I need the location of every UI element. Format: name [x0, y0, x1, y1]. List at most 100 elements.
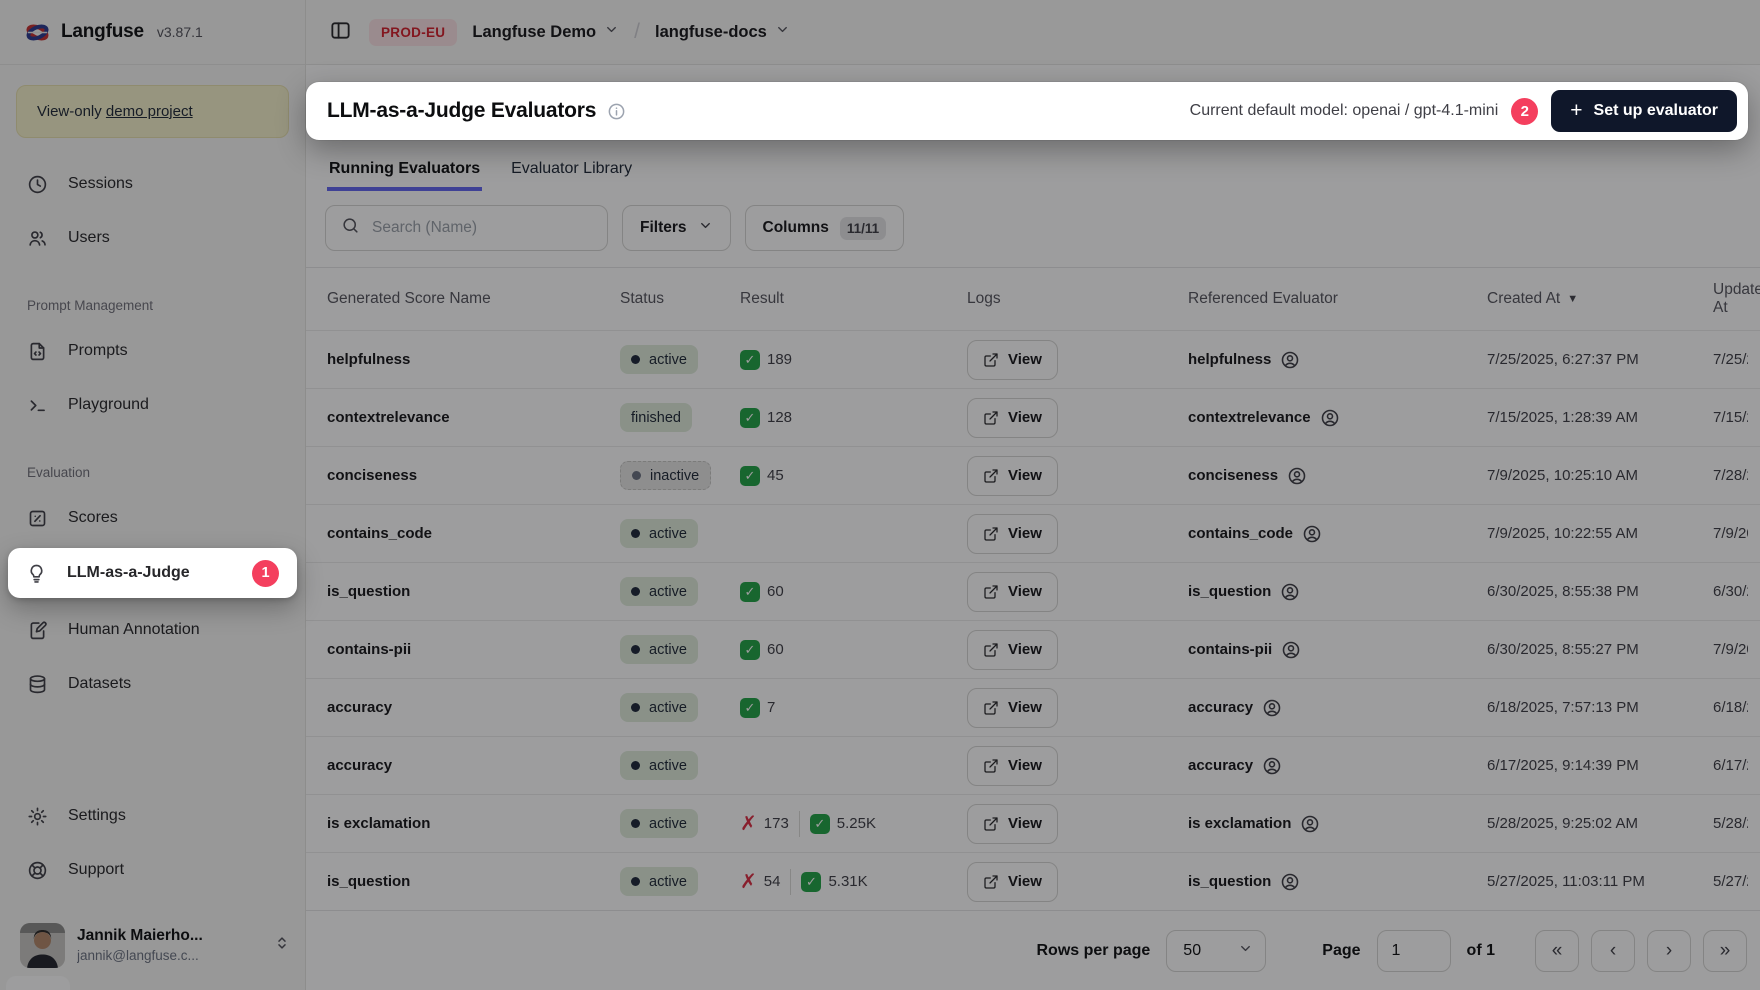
pass-count: ✓189 — [740, 350, 792, 370]
referenced-evaluator-name: is_question — [1188, 583, 1271, 600]
sidebar-item-users[interactable]: Users — [0, 214, 305, 262]
rows-per-page-select[interactable]: 50 — [1166, 930, 1266, 972]
referenced-evaluator-cell: accuracy — [1188, 756, 1487, 776]
first-page-button[interactable]: « — [1535, 930, 1579, 972]
view-logs-button[interactable]: View — [967, 746, 1058, 786]
sidebar-section: Prompt ManagementPromptsPlayground — [0, 268, 305, 435]
status-badge: active — [620, 693, 698, 722]
updated-at-cell: 7/9/20 — [1713, 641, 1760, 658]
fail-x-icon: ✗ — [740, 814, 757, 834]
referenced-evaluator[interactable]: accuracy — [1188, 756, 1282, 776]
table-row[interactable]: concisenessinactive✓45Viewconciseness7/9… — [306, 446, 1760, 504]
view-logs-button[interactable]: View — [967, 398, 1058, 438]
view-logs-button[interactable]: View — [967, 456, 1058, 496]
last-page-button[interactable]: » — [1703, 930, 1747, 972]
referenced-evaluator[interactable]: helpfulness — [1188, 350, 1300, 370]
org-switcher[interactable]: Langfuse Demo — [472, 22, 619, 42]
column-header-logs[interactable]: Logs — [967, 290, 1188, 308]
tour-step-badge-1: 1 — [252, 560, 279, 587]
referenced-evaluator[interactable]: is_question — [1188, 872, 1300, 892]
app-root: Langfuse v3.87.1 View-only demo project … — [0, 0, 1760, 990]
sidebar-item-settings[interactable]: Settings — [0, 792, 305, 840]
clock-icon — [27, 174, 48, 195]
view-label: View — [1008, 873, 1042, 890]
sidebar-item-scores[interactable]: Scores — [0, 494, 305, 542]
view-logs-button[interactable]: View — [967, 572, 1058, 612]
table-row[interactable]: is exclamationactive✗173✓5.25KViewis exc… — [306, 794, 1760, 852]
sidebar-item-datasets[interactable]: Datasets — [0, 660, 305, 708]
referenced-evaluator[interactable]: is exclamation — [1188, 814, 1320, 834]
table-body: helpfulnessactive✓189Viewhelpfulness7/25… — [306, 330, 1760, 910]
sidebar-item-support[interactable]: Support — [0, 846, 305, 894]
pass-count-value: 128 — [767, 409, 792, 426]
info-icon[interactable] — [607, 102, 626, 121]
content: LLM-as-a-Judge Evaluators Current defaul… — [306, 65, 1760, 990]
columns-button[interactable]: Columns 11/11 — [745, 205, 905, 251]
created-at-cell: 7/9/2025, 10:22:55 AM — [1487, 525, 1713, 542]
set-up-evaluator-button[interactable]: + Set up evaluator — [1551, 90, 1737, 132]
table-row[interactable]: is_questionactive✓60Viewis_question6/30/… — [306, 562, 1760, 620]
sidebar-item-human-annotation[interactable]: Human Annotation — [0, 606, 305, 654]
referenced-evaluator[interactable]: contains_code — [1188, 524, 1322, 544]
search-box[interactable] — [325, 205, 608, 251]
prev-page-button[interactable]: ‹ — [1591, 930, 1635, 972]
view-logs-button[interactable]: View — [967, 514, 1058, 554]
sidebar-toggle-button[interactable] — [327, 17, 354, 47]
view-label: View — [1008, 467, 1042, 484]
column-header-created-at[interactable]: Created At▼ — [1487, 290, 1713, 308]
table-row[interactable]: contains-piiactive✓60Viewcontains-pii6/3… — [306, 620, 1760, 678]
column-header-status[interactable]: Status — [620, 290, 740, 308]
column-header-updated-at[interactable]: Updated At — [1713, 281, 1760, 317]
column-header-referenced-evaluator[interactable]: Referenced Evaluator — [1188, 290, 1487, 308]
updated-at-cell: 5/28/2 — [1713, 815, 1760, 832]
sidebar-item-label: Prompts — [68, 342, 128, 360]
langfuse-logo-icon — [24, 19, 51, 46]
sidebar-section: Settings Support — [0, 792, 305, 906]
view-logs-button[interactable]: View — [967, 630, 1058, 670]
user-meta: Jannik Maierho... jannik@langfuse.c... — [77, 927, 261, 963]
search-input[interactable] — [372, 219, 592, 237]
sidebar-item-playground[interactable]: Playground — [0, 381, 305, 429]
tab-evaluator-library[interactable]: Evaluator Library — [509, 154, 634, 191]
table-row[interactable]: is_questionactive✗54✓5.31KViewis_questio… — [306, 852, 1760, 910]
app-title: Langfuse — [61, 21, 144, 43]
status-cell: active — [620, 345, 740, 374]
created-at-cell: 6/30/2025, 8:55:38 PM — [1487, 583, 1713, 600]
score-name: contextrelevance — [327, 409, 450, 426]
filters-button[interactable]: Filters — [622, 205, 731, 251]
table-row[interactable]: accuracyactive✓7Viewaccuracy6/18/2025, 7… — [306, 678, 1760, 736]
chat-widget-sliver[interactable] — [6, 976, 70, 990]
page-number-input[interactable]: 1 — [1377, 930, 1451, 972]
referenced-evaluator[interactable]: contains-pii — [1188, 640, 1301, 660]
referenced-evaluator[interactable]: accuracy — [1188, 698, 1282, 718]
column-header-generated-score-name[interactable]: Generated Score Name — [306, 290, 620, 308]
logs-cell: View — [967, 340, 1188, 380]
project-switcher[interactable]: langfuse-docs — [655, 22, 790, 42]
referenced-evaluator[interactable]: contextrelevance — [1188, 408, 1340, 428]
tab-running-evaluators[interactable]: Running Evaluators — [327, 154, 482, 191]
view-logs-button[interactable]: View — [967, 340, 1058, 380]
pass-count: ✓60 — [740, 640, 784, 660]
table-row[interactable]: accuracyactiveViewaccuracy6/17/2025, 9:1… — [306, 736, 1760, 794]
table-row[interactable]: helpfulnessactive✓189Viewhelpfulness7/25… — [306, 330, 1760, 388]
sidebar-item-sessions[interactable]: Sessions — [0, 160, 305, 208]
result-divider — [790, 869, 791, 895]
table-row[interactable]: contains_codeactiveViewcontains_code7/9/… — [306, 504, 1760, 562]
view-label: View — [1008, 699, 1042, 716]
demo-project-link[interactable]: demo project — [106, 103, 193, 120]
updated-at-value: 7/9/20 — [1713, 641, 1748, 658]
referenced-evaluator[interactable]: conciseness — [1188, 466, 1307, 486]
next-page-button[interactable]: › — [1647, 930, 1691, 972]
view-logs-button[interactable]: View — [967, 862, 1058, 902]
referenced-evaluator[interactable]: is_question — [1188, 582, 1300, 602]
sidebar-item-label: Settings — [68, 807, 126, 825]
pagination-bar: Rows per page 50 Page 1 of 1 «‹›» — [306, 910, 1760, 990]
table-row[interactable]: contextrelevancefinished✓128Viewcontextr… — [306, 388, 1760, 446]
view-logs-button[interactable]: View — [967, 804, 1058, 844]
updated-at-value: 5/27/2 — [1713, 873, 1748, 890]
column-header-result[interactable]: Result — [740, 290, 967, 308]
sidebar-item-llm-as-a-judge[interactable]: LLM-as-a-Judge1 — [8, 548, 297, 598]
sidebar-item-prompts[interactable]: Prompts — [0, 327, 305, 375]
view-logs-button[interactable]: View — [967, 688, 1058, 728]
referenced-evaluator-name: conciseness — [1188, 467, 1278, 484]
